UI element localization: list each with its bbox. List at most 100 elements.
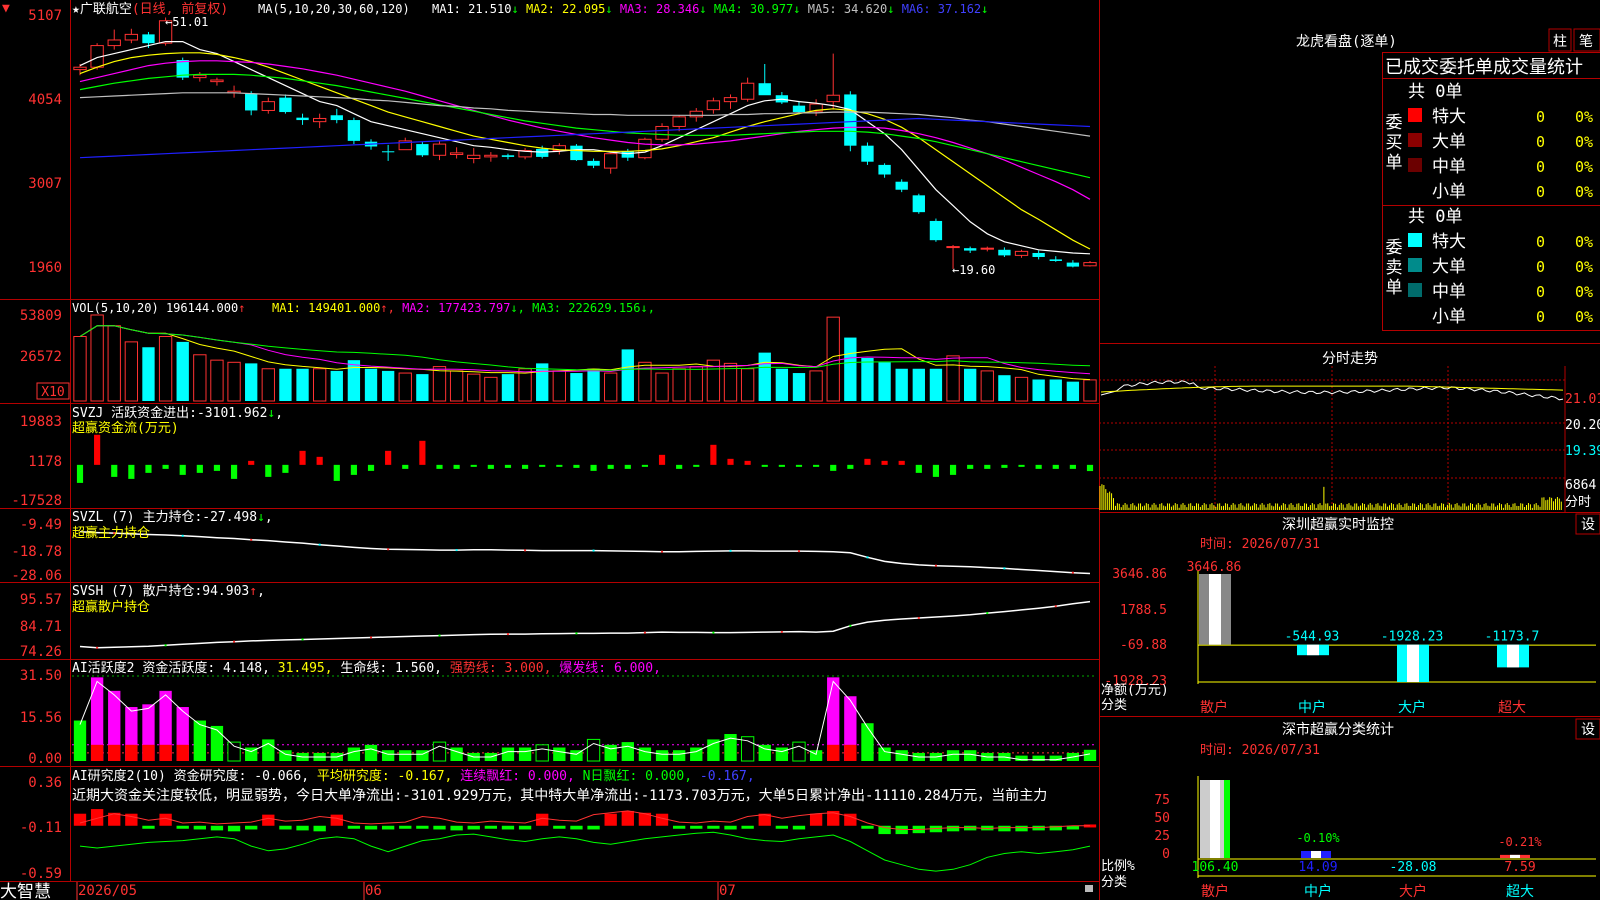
ai2-bar: [587, 825, 600, 830]
volume-bar-up: [689, 366, 703, 402]
star-icon[interactable]: ★: [72, 2, 80, 17]
order-stats-tabs[interactable]: 已成交委托单成交量统计: [1385, 57, 1583, 78]
svsh-tick-mark: [233, 640, 236, 643]
ma-value-5: MA5: 34.620: [808, 2, 887, 16]
svzj-bar: [128, 464, 135, 479]
candle-body-up: [689, 110, 703, 118]
svzj-bar: [607, 464, 614, 469]
svzj-bar: [813, 464, 820, 467]
candle-body-up: [210, 79, 224, 83]
ai2-bar: [433, 825, 446, 830]
sell-side-count-2: 0: [1536, 258, 1545, 276]
volume-bar-down: [1032, 379, 1045, 401]
volume-bar-down: [570, 373, 583, 401]
lh-title: 龙虎看盘(逐单): [1296, 33, 1397, 50]
candle-body-down: [878, 164, 891, 175]
volume-bar-up: [1014, 376, 1029, 402]
svzl-tick-mark: [592, 549, 595, 552]
ai1-bar-base: [844, 744, 857, 761]
vol-value: 196144.000: [166, 301, 238, 315]
svzj-bar: [402, 464, 409, 469]
svzj-bar: [949, 464, 957, 475]
svzj-bar: [213, 464, 221, 471]
vol-ma-value-2: MA2: 177423.797: [402, 301, 510, 315]
svzj-bar: [162, 464, 169, 469]
ai2-item-3: 连续飘红: 0.000,: [460, 768, 582, 784]
sell-side-count-4: 0: [1536, 308, 1545, 326]
lock-icon[interactable]: [1085, 885, 1093, 892]
svzj-bar: [830, 464, 837, 471]
svzl-tick-3: -28.06: [11, 568, 62, 584]
svzj-bar: [76, 464, 84, 483]
buy-side-name-1: 特大: [1432, 107, 1466, 127]
ai2-bar: [416, 825, 429, 829]
brand-logo[interactable]: 大智慧: [0, 882, 51, 900]
ma-value-4: MA4: 30.977: [714, 2, 793, 16]
ai1-bar: [946, 750, 960, 761]
sell-order-table: 共 0单 特大 0 0% 大单 0 0% 中单 0 0% 小单 0 0%: [1408, 207, 1593, 327]
vol-ma-value-3: MA3: 222629.156: [532, 301, 640, 315]
ai2-bar: [775, 825, 789, 829]
classify-time: 时间: 2026/07/31: [1200, 743, 1320, 758]
buy-side-count-4: 0: [1536, 183, 1545, 201]
candle-body-up: [826, 94, 840, 103]
axis-date-2: 06: [365, 883, 382, 899]
buy-side-count-2: 0: [1536, 133, 1545, 151]
ai1-tick-1: 31.50: [20, 668, 62, 684]
svzl-tick-mark: [1071, 571, 1074, 574]
volume-bar-down: [142, 347, 155, 401]
ai2-item-2: 平均研究度: -0.167,: [317, 768, 460, 784]
monitor-value-3: -1928.23: [1381, 630, 1444, 645]
svzl-tick-mark: [318, 543, 321, 546]
ai2-tick-1: 0.36: [28, 775, 62, 791]
svzj-bar: [727, 458, 734, 465]
svzj-bar: [316, 456, 323, 465]
svsh-tick-mark: [780, 630, 783, 633]
ai1-item-2: 31.495,: [278, 661, 341, 676]
ai1-item-4: 强势线: 3.000,: [450, 660, 559, 676]
candle-body-up: [946, 246, 960, 249]
svzj-bar: [641, 464, 648, 467]
ai1-bar: [364, 744, 378, 761]
candle-body-up: [723, 97, 738, 103]
svzj-bar: [795, 464, 803, 467]
sell-side-swatch-3: [1408, 283, 1422, 297]
candle-body-down: [1032, 252, 1045, 257]
monitor-time: 时间: 2026/07/31: [1200, 537, 1320, 552]
ai1-bar: [964, 750, 977, 761]
candle-body-up: [124, 33, 139, 41]
ai1-header: AI活跃度2 资金活跃度: 4.148, 31.495, 生命线: 1.560,…: [72, 660, 661, 676]
svzj-bar: [658, 454, 666, 465]
svsh-line-path: [79, 600, 1091, 649]
ai2-bar: [518, 825, 532, 830]
volume-bar-up: [552, 370, 566, 402]
monitor-category-4: 超大: [1498, 700, 1526, 716]
volume-bar-down: [775, 368, 789, 401]
svzl-tick-mark: [387, 548, 390, 551]
ai1-bar-hollow: [227, 741, 241, 762]
svzj-bar: [1052, 464, 1059, 469]
volume-bar-up: [484, 376, 498, 402]
volume-bar-down: [964, 368, 977, 401]
menu-marker-icon[interactable]: ▼: [2, 1, 10, 16]
monitor-bar-highlight-1: [1209, 574, 1221, 645]
ma-value-2: MA2: 22.095: [526, 2, 605, 16]
ai1-bar: [399, 750, 412, 761]
volume-bar-down: [245, 363, 258, 401]
svzj-bar: [693, 464, 700, 467]
svsh-line: [79, 600, 1091, 649]
fenshi-vol-tick: 6864: [1565, 478, 1596, 493]
buy-side-pct-3: 0%: [1575, 158, 1593, 176]
svzj-label: SVZJ: [72, 406, 103, 421]
svzl-sub: 超赢主力持仓: [72, 525, 150, 541]
ai2-bar: [604, 813, 617, 826]
svsh-tick-mark: [164, 644, 167, 647]
vol-ma-arrow-2: ↓,: [510, 301, 532, 315]
ai2-bar: [724, 825, 737, 830]
volume-bars: [73, 314, 1097, 402]
ai2-bar: [467, 825, 480, 830]
ai1-bar-hollow: [586, 738, 601, 762]
ai1-bar-base: [108, 744, 121, 761]
ai2-item-1: 资金研究度: -0.066,: [174, 768, 317, 784]
volume-bar-down: [381, 370, 395, 401]
